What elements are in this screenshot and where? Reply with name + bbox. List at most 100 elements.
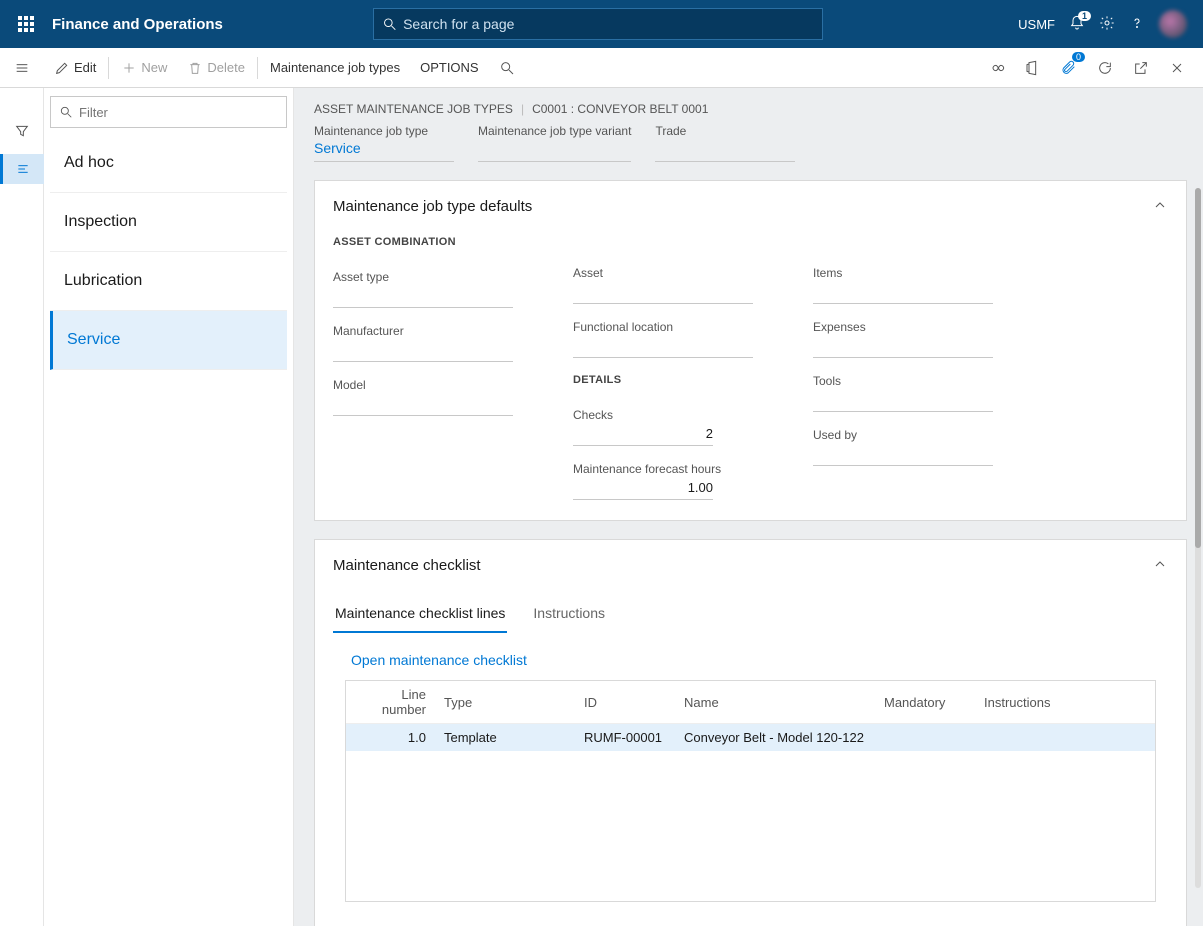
filter-rail-button[interactable] bbox=[0, 116, 44, 146]
section-label: DETAILS bbox=[573, 374, 753, 386]
expenses-field[interactable]: Expenses bbox=[813, 320, 993, 358]
table-row[interactable]: 1.0TemplateRUMF-00001Conveyor Belt - Mod… bbox=[346, 724, 1155, 752]
field-label: Model bbox=[333, 378, 513, 392]
app-title: Finance and Operations bbox=[52, 16, 223, 33]
list-item[interactable]: Service bbox=[50, 311, 287, 370]
field-value[interactable] bbox=[573, 336, 753, 358]
nav-toggle-button[interactable] bbox=[0, 48, 44, 88]
defaults-card: Maintenance job type defaults ASSET COMB… bbox=[314, 180, 1187, 521]
connector-button[interactable] bbox=[979, 48, 1015, 88]
field-value[interactable]: Service bbox=[314, 138, 454, 162]
list-item[interactable]: Inspection bbox=[50, 193, 287, 252]
field-value[interactable]: 2 bbox=[573, 424, 713, 446]
header-job-type[interactable]: Maintenance job type Service bbox=[314, 124, 454, 162]
scrollbar[interactable] bbox=[1195, 188, 1201, 888]
field-value[interactable] bbox=[813, 336, 993, 358]
field-value[interactable] bbox=[813, 282, 993, 304]
tab-checklist-lines[interactable]: Maintenance checklist lines bbox=[333, 595, 507, 633]
field-label: Tools bbox=[813, 374, 993, 388]
new-button[interactable]: New bbox=[111, 48, 177, 88]
field-value[interactable] bbox=[813, 390, 993, 412]
search-icon bbox=[59, 105, 73, 119]
checks-field[interactable]: Checks2 bbox=[573, 408, 753, 446]
col-name[interactable]: Name bbox=[676, 681, 876, 724]
page-search-button[interactable] bbox=[489, 48, 525, 88]
left-rail bbox=[0, 88, 44, 926]
col-mandatory[interactable]: Mandatory bbox=[876, 681, 976, 724]
refresh-button[interactable] bbox=[1087, 48, 1123, 88]
field-label: Trade bbox=[655, 124, 795, 138]
app-launcher-icon[interactable] bbox=[8, 6, 44, 42]
field-label: Items bbox=[813, 266, 993, 280]
popout-button[interactable] bbox=[1123, 48, 1159, 88]
user-avatar[interactable] bbox=[1159, 10, 1187, 38]
hamburger-icon bbox=[14, 60, 30, 76]
global-search[interactable] bbox=[373, 8, 823, 40]
checklist-grid[interactable]: Line number Type ID Name Mandatory Instr… bbox=[345, 680, 1156, 902]
field-value[interactable] bbox=[813, 444, 993, 466]
grid-empty-area bbox=[346, 751, 1155, 901]
settings-button[interactable] bbox=[1099, 15, 1115, 34]
attachments-button[interactable]: 0 bbox=[1051, 48, 1087, 88]
top-nav: Finance and Operations USMF 1 bbox=[0, 0, 1203, 48]
field-value[interactable] bbox=[655, 138, 795, 162]
items-field[interactable]: Items bbox=[813, 266, 993, 304]
col-type[interactable]: Type bbox=[436, 681, 576, 724]
field-value[interactable]: 1.00 bbox=[573, 478, 713, 500]
checklist-card-header[interactable]: Maintenance checklist bbox=[315, 540, 1186, 591]
tools-field[interactable]: Tools bbox=[813, 374, 993, 412]
help-icon bbox=[1129, 15, 1145, 31]
office-button[interactable] bbox=[1015, 48, 1051, 88]
list-filter-input[interactable] bbox=[79, 105, 278, 120]
defaults-card-header[interactable]: Maintenance job type defaults bbox=[315, 181, 1186, 232]
funnel-icon bbox=[14, 123, 30, 139]
edit-label: Edit bbox=[74, 60, 96, 75]
field-label: Asset bbox=[573, 266, 753, 280]
close-button[interactable] bbox=[1159, 48, 1195, 88]
edit-button[interactable]: Edit bbox=[44, 48, 106, 88]
attachments-badge: 0 bbox=[1072, 52, 1085, 62]
field-label: Maintenance job type bbox=[314, 124, 454, 138]
list-item[interactable]: Ad hoc bbox=[50, 134, 287, 193]
col-line-number[interactable]: Line number bbox=[346, 681, 436, 724]
breadcrumb-root[interactable]: ASSET MAINTENANCE JOB TYPES bbox=[314, 102, 513, 116]
used-by-field[interactable]: Used by bbox=[813, 428, 993, 466]
options-button[interactable]: OPTIONS bbox=[410, 48, 489, 88]
delete-button[interactable]: Delete bbox=[177, 48, 255, 88]
delete-label: Delete bbox=[207, 60, 245, 75]
list-pane: Ad hocInspectionLubricationService bbox=[44, 88, 294, 926]
open-checklist-link[interactable]: Open maintenance checklist bbox=[351, 652, 527, 668]
field-value[interactable] bbox=[333, 286, 513, 308]
field-value[interactable] bbox=[333, 394, 513, 416]
asset-type-field[interactable]: Asset type bbox=[333, 270, 513, 308]
legal-entity[interactable]: USMF bbox=[1018, 17, 1055, 32]
checklist-card: Maintenance checklist Maintenance checkl… bbox=[314, 539, 1187, 926]
notifications-badge: 1 bbox=[1078, 11, 1091, 21]
field-label: Manufacturer bbox=[333, 324, 513, 338]
field-value[interactable] bbox=[333, 340, 513, 362]
scrollbar-thumb[interactable] bbox=[1195, 188, 1201, 548]
forecast-hours-field[interactable]: Maintenance forecast hours1.00 bbox=[573, 462, 753, 500]
header-trade[interactable]: Trade bbox=[655, 124, 795, 162]
global-search-input[interactable] bbox=[403, 16, 814, 32]
functional-location-field[interactable]: Functional location bbox=[573, 320, 753, 358]
header-job-type-variant[interactable]: Maintenance job type variant bbox=[478, 124, 631, 162]
tab-instructions[interactable]: Instructions bbox=[531, 595, 607, 633]
nav-context-button[interactable]: Maintenance job types bbox=[260, 48, 410, 88]
field-label: Maintenance job type variant bbox=[478, 124, 631, 138]
breadcrumb-leaf: C0001 : CONVEYOR BELT 0001 bbox=[532, 102, 708, 116]
model-field[interactable]: Model bbox=[333, 378, 513, 416]
col-id[interactable]: ID bbox=[576, 681, 676, 724]
manufacturer-field[interactable]: Manufacturer bbox=[333, 324, 513, 362]
help-button[interactable] bbox=[1129, 15, 1145, 34]
list-item[interactable]: Lubrication bbox=[50, 252, 287, 311]
col-instructions[interactable]: Instructions bbox=[976, 681, 1155, 724]
list-rail-button[interactable] bbox=[0, 154, 44, 184]
field-value[interactable] bbox=[478, 138, 631, 162]
notifications-button[interactable]: 1 bbox=[1069, 15, 1085, 34]
separator bbox=[257, 57, 258, 79]
list-filter[interactable] bbox=[50, 96, 287, 128]
asset-field[interactable]: Asset bbox=[573, 266, 753, 304]
field-value[interactable] bbox=[573, 282, 753, 304]
section-label: ASSET COMBINATION bbox=[333, 236, 513, 248]
